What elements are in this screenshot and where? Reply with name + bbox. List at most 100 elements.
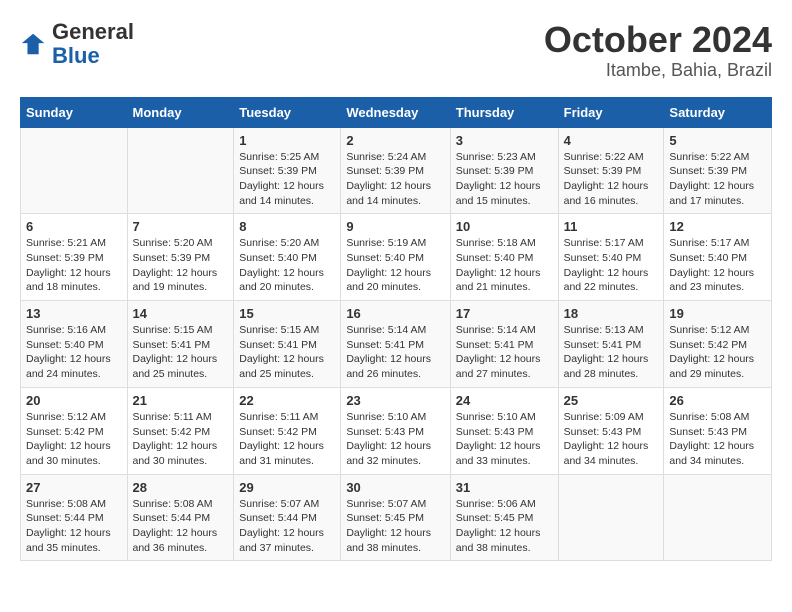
day-number: 18 <box>564 306 659 321</box>
logo: GeneralBlue <box>20 20 134 68</box>
cell-w5-d1: 27 Sunrise: 5:08 AMSunset: 5:44 PMDayligh… <box>21 474 128 561</box>
day-info: Sunrise: 5:10 AMSunset: 5:43 PMDaylight:… <box>456 410 553 469</box>
day-info: Sunrise: 5:23 AMSunset: 5:39 PMDaylight:… <box>456 150 553 209</box>
calendar-subtitle: Itambe, Bahia, Brazil <box>544 60 772 81</box>
day-number: 17 <box>456 306 553 321</box>
day-number: 8 <box>239 219 335 234</box>
day-info: Sunrise: 5:08 AMSunset: 5:44 PMDaylight:… <box>26 497 122 556</box>
day-number: 4 <box>564 133 659 148</box>
day-number: 26 <box>669 393 766 408</box>
week-row-4: 20 Sunrise: 5:12 AMSunset: 5:42 PMDayligh… <box>21 387 772 474</box>
day-info: Sunrise: 5:15 AMSunset: 5:41 PMDaylight:… <box>239 323 335 382</box>
cell-w1-d5: 3 Sunrise: 5:23 AMSunset: 5:39 PMDaylight… <box>450 127 558 214</box>
header-friday: Friday <box>558 97 664 127</box>
cell-w3-d2: 14 Sunrise: 5:15 AMSunset: 5:41 PMDayligh… <box>127 301 234 388</box>
header-saturday: Saturday <box>664 97 772 127</box>
day-number: 30 <box>346 480 444 495</box>
cell-w3-d3: 15Sunrise: 5:15 AMSunset: 5:41 PMDayligh… <box>234 301 341 388</box>
day-number: 13 <box>26 306 122 321</box>
cell-w4-d6: 25Sunrise: 5:09 AMSunset: 5:43 PMDayligh… <box>558 387 664 474</box>
day-info: Sunrise: 5:17 AMSunset: 5:40 PMDaylight:… <box>669 236 766 295</box>
day-info: Sunrise: 5:10 AMSunset: 5:43 PMDaylight:… <box>346 410 444 469</box>
day-info: Sunrise: 5:19 AMSunset: 5:40 PMDaylight:… <box>346 236 444 295</box>
day-info: Sunrise: 5:21 AMSunset: 5:39 PMDaylight:… <box>26 236 122 295</box>
day-info: Sunrise: 5:11 AMSunset: 5:42 PMDaylight:… <box>133 410 229 469</box>
cell-w5-d5: 31 Sunrise: 5:06 AMSunset: 5:45 PMDayligh… <box>450 474 558 561</box>
day-info: Sunrise: 5:11 AMSunset: 5:42 PMDaylight:… <box>239 410 335 469</box>
day-number: 22 <box>239 393 335 408</box>
cell-w5-d6 <box>558 474 664 561</box>
day-info: Sunrise: 5:13 AMSunset: 5:41 PMDaylight:… <box>564 323 659 382</box>
day-number: 6 <box>26 219 122 234</box>
logo-text: GeneralBlue <box>52 20 134 68</box>
calendar-table: Sunday Monday Tuesday Wednesday Thursday… <box>20 97 772 562</box>
day-number: 24 <box>456 393 553 408</box>
day-number: 9 <box>346 219 444 234</box>
header-tuesday: Tuesday <box>234 97 341 127</box>
day-number: 14 <box>133 306 229 321</box>
day-number: 2 <box>346 133 444 148</box>
header-thursday: Thursday <box>450 97 558 127</box>
cell-w4-d5: 24 Sunrise: 5:10 AMSunset: 5:43 PMDayligh… <box>450 387 558 474</box>
calendar-header-row: Sunday Monday Tuesday Wednesday Thursday… <box>21 97 772 127</box>
cell-w3-d6: 18 Sunrise: 5:13 AMSunset: 5:41 PMDayligh… <box>558 301 664 388</box>
logo-icon <box>20 30 48 58</box>
cell-w4-d3: 22 Sunrise: 5:11 AMSunset: 5:42 PMDayligh… <box>234 387 341 474</box>
day-info: Sunrise: 5:09 AMSunset: 5:43 PMDaylight:… <box>564 410 659 469</box>
week-row-5: 27 Sunrise: 5:08 AMSunset: 5:44 PMDayligh… <box>21 474 772 561</box>
day-info: Sunrise: 5:14 AMSunset: 5:41 PMDaylight:… <box>456 323 553 382</box>
cell-w5-d4: 30 Sunrise: 5:07 AMSunset: 5:45 PMDayligh… <box>341 474 450 561</box>
day-info: Sunrise: 5:16 AMSunset: 5:40 PMDaylight:… <box>26 323 122 382</box>
cell-w2-d5: 10Sunrise: 5:18 AMSunset: 5:40 PMDayligh… <box>450 214 558 301</box>
title-block: October 2024 Itambe, Bahia, Brazil <box>544 20 772 81</box>
header-sunday: Sunday <box>21 97 128 127</box>
header-wednesday: Wednesday <box>341 97 450 127</box>
cell-w5-d3: 29Sunrise: 5:07 AMSunset: 5:44 PMDayligh… <box>234 474 341 561</box>
cell-w4-d2: 21Sunrise: 5:11 AMSunset: 5:42 PMDayligh… <box>127 387 234 474</box>
day-number: 1 <box>239 133 335 148</box>
day-info: Sunrise: 5:15 AMSunset: 5:41 PMDaylight:… <box>133 323 229 382</box>
cell-w5-d7 <box>664 474 772 561</box>
cell-w3-d7: 19 Sunrise: 5:12 AMSunset: 5:42 PMDayligh… <box>664 301 772 388</box>
day-number: 20 <box>26 393 122 408</box>
day-info: Sunrise: 5:22 AMSunset: 5:39 PMDaylight:… <box>564 150 659 209</box>
day-number: 19 <box>669 306 766 321</box>
day-info: Sunrise: 5:12 AMSunset: 5:42 PMDaylight:… <box>669 323 766 382</box>
cell-w1-d1 <box>21 127 128 214</box>
cell-w2-d3: 8 Sunrise: 5:20 AMSunset: 5:40 PMDaylight… <box>234 214 341 301</box>
cell-w4-d1: 20 Sunrise: 5:12 AMSunset: 5:42 PMDayligh… <box>21 387 128 474</box>
week-row-2: 6 Sunrise: 5:21 AMSunset: 5:39 PMDaylight… <box>21 214 772 301</box>
cell-w3-d1: 13 Sunrise: 5:16 AMSunset: 5:40 PMDayligh… <box>21 301 128 388</box>
day-info: Sunrise: 5:07 AMSunset: 5:45 PMDaylight:… <box>346 497 444 556</box>
cell-w1-d3: 1Sunrise: 5:25 AMSunset: 5:39 PMDaylight… <box>234 127 341 214</box>
day-number: 16 <box>346 306 444 321</box>
cell-w2-d2: 7 Sunrise: 5:20 AMSunset: 5:39 PMDaylight… <box>127 214 234 301</box>
cell-w5-d2: 28Sunrise: 5:08 AMSunset: 5:44 PMDayligh… <box>127 474 234 561</box>
day-info: Sunrise: 5:20 AMSunset: 5:40 PMDaylight:… <box>239 236 335 295</box>
day-info: Sunrise: 5:07 AMSunset: 5:44 PMDaylight:… <box>239 497 335 556</box>
day-info: Sunrise: 5:20 AMSunset: 5:39 PMDaylight:… <box>133 236 229 295</box>
day-info: Sunrise: 5:18 AMSunset: 5:40 PMDaylight:… <box>456 236 553 295</box>
cell-w4-d4: 23 Sunrise: 5:10 AMSunset: 5:43 PMDayligh… <box>341 387 450 474</box>
day-info: Sunrise: 5:12 AMSunset: 5:42 PMDaylight:… <box>26 410 122 469</box>
day-info: Sunrise: 5:22 AMSunset: 5:39 PMDaylight:… <box>669 150 766 209</box>
cell-w1-d2 <box>127 127 234 214</box>
day-number: 7 <box>133 219 229 234</box>
day-info: Sunrise: 5:08 AMSunset: 5:43 PMDaylight:… <box>669 410 766 469</box>
cell-w1-d4: 2 Sunrise: 5:24 AMSunset: 5:39 PMDaylight… <box>341 127 450 214</box>
day-info: Sunrise: 5:17 AMSunset: 5:40 PMDaylight:… <box>564 236 659 295</box>
day-number: 27 <box>26 480 122 495</box>
day-number: 11 <box>564 219 659 234</box>
day-number: 3 <box>456 133 553 148</box>
cell-w2-d7: 12Sunrise: 5:17 AMSunset: 5:40 PMDayligh… <box>664 214 772 301</box>
day-info: Sunrise: 5:06 AMSunset: 5:45 PMDaylight:… <box>456 497 553 556</box>
cell-w1-d7: 5 Sunrise: 5:22 AMSunset: 5:39 PMDaylight… <box>664 127 772 214</box>
cell-w2-d4: 9 Sunrise: 5:19 AMSunset: 5:40 PMDaylight… <box>341 214 450 301</box>
day-info: Sunrise: 5:24 AMSunset: 5:39 PMDaylight:… <box>346 150 444 209</box>
header-monday: Monday <box>127 97 234 127</box>
day-number: 5 <box>669 133 766 148</box>
cell-w3-d5: 17 Sunrise: 5:14 AMSunset: 5:41 PMDayligh… <box>450 301 558 388</box>
cell-w2-d1: 6 Sunrise: 5:21 AMSunset: 5:39 PMDaylight… <box>21 214 128 301</box>
day-number: 31 <box>456 480 553 495</box>
day-number: 23 <box>346 393 444 408</box>
